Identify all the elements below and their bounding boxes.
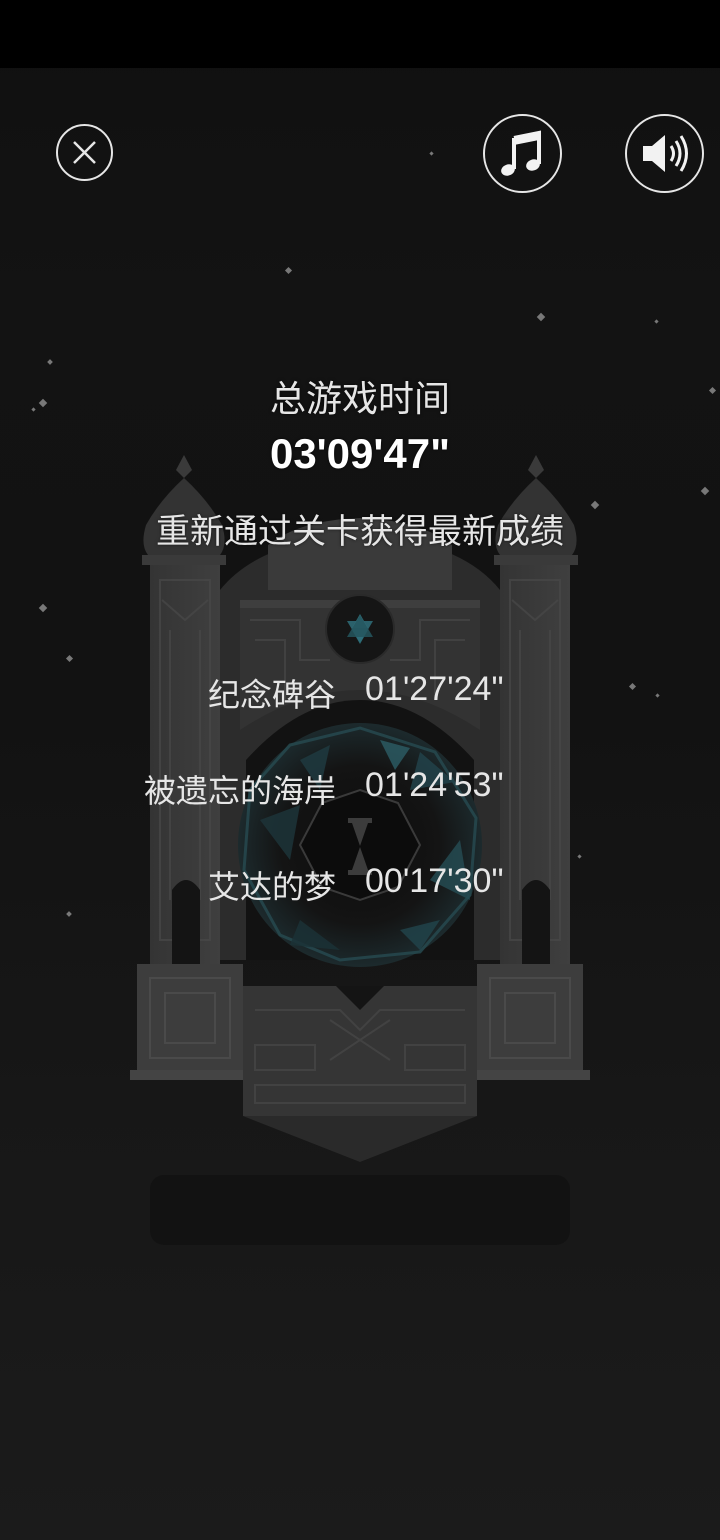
total-playtime-value: 03'09'47" — [269, 430, 451, 477]
level-row: 艾达的梦 00'17'30" — [0, 862, 720, 912]
level-row: 纪念碑谷 01'27'24" — [0, 670, 720, 720]
level-time: 00'17'30" — [365, 862, 504, 900]
sound-toggle-button[interactable] — [625, 114, 704, 193]
total-playtime-label: 总游戏时间 — [269, 379, 450, 420]
music-toggle-button[interactable] — [483, 114, 562, 193]
speaker-icon — [643, 135, 688, 172]
level-time: 01'24'53" — [365, 766, 504, 804]
game-screen: 总游戏时间 03'09'47" 重新通过关卡获得最新成绩 纪念碑谷 01'27'… — [0, 0, 720, 1540]
level-name: 艾达的梦 — [207, 868, 336, 906]
close-icon — [73, 141, 96, 164]
replay-hint-text: 重新通过关卡获得最新成绩 — [156, 512, 564, 552]
close-button[interactable] — [56, 124, 113, 181]
level-time: 01'27'24" — [365, 670, 504, 708]
level-row: 被遗忘的海岸 01'24'53" — [0, 766, 720, 816]
level-name: 被遗忘的海岸 — [143, 772, 336, 810]
level-name: 纪念碑谷 — [207, 676, 336, 714]
music-note-icon — [501, 130, 541, 176]
